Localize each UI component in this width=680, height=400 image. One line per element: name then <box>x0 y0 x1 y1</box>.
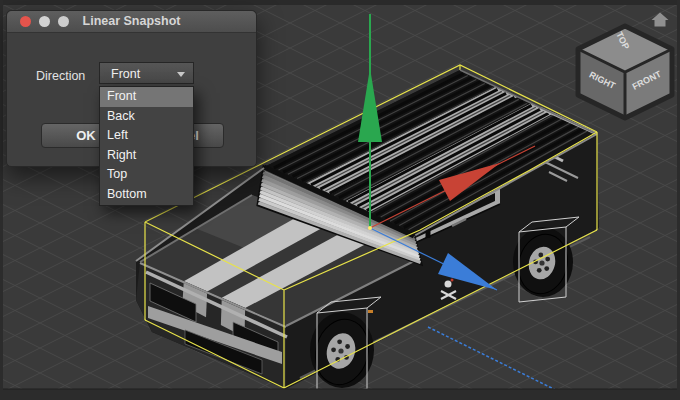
dropdown-option-front[interactable]: Front <box>100 87 193 107</box>
bottom-window-edge <box>0 389 680 400</box>
gizmo-origin[interactable] <box>368 226 372 230</box>
direction-dropdown-list: Front Back Left Right Top Bottom <box>99 86 194 206</box>
direction-label: Direction <box>36 69 85 83</box>
view-orientation-cube[interactable]: TOP RIGHT FRONT <box>578 26 672 118</box>
dropdown-option-back[interactable]: Back <box>100 107 193 127</box>
dropdown-arrow-icon <box>177 72 185 77</box>
direction-select[interactable]: Front <box>99 62 194 84</box>
left-window-edge <box>0 0 3 400</box>
dropdown-option-top[interactable]: Top <box>100 165 193 185</box>
voxel-editor-window: TOP RIGHT FRONT Linear Snapshot Directio… <box>0 0 680 400</box>
dropdown-option-left[interactable]: Left <box>100 126 193 146</box>
dropdown-option-bottom[interactable]: Bottom <box>100 185 193 205</box>
linear-snapshot-dialog: Linear Snapshot Direction Front OK Cance… <box>6 10 257 167</box>
dialog-title: Linear Snapshot <box>7 11 256 32</box>
top-window-edge <box>0 0 680 5</box>
dialog-titlebar[interactable]: Linear Snapshot <box>7 11 256 33</box>
dropdown-option-right[interactable]: Right <box>100 146 193 166</box>
side-marker-light <box>368 310 373 313</box>
direction-select-value: Front <box>111 67 140 81</box>
